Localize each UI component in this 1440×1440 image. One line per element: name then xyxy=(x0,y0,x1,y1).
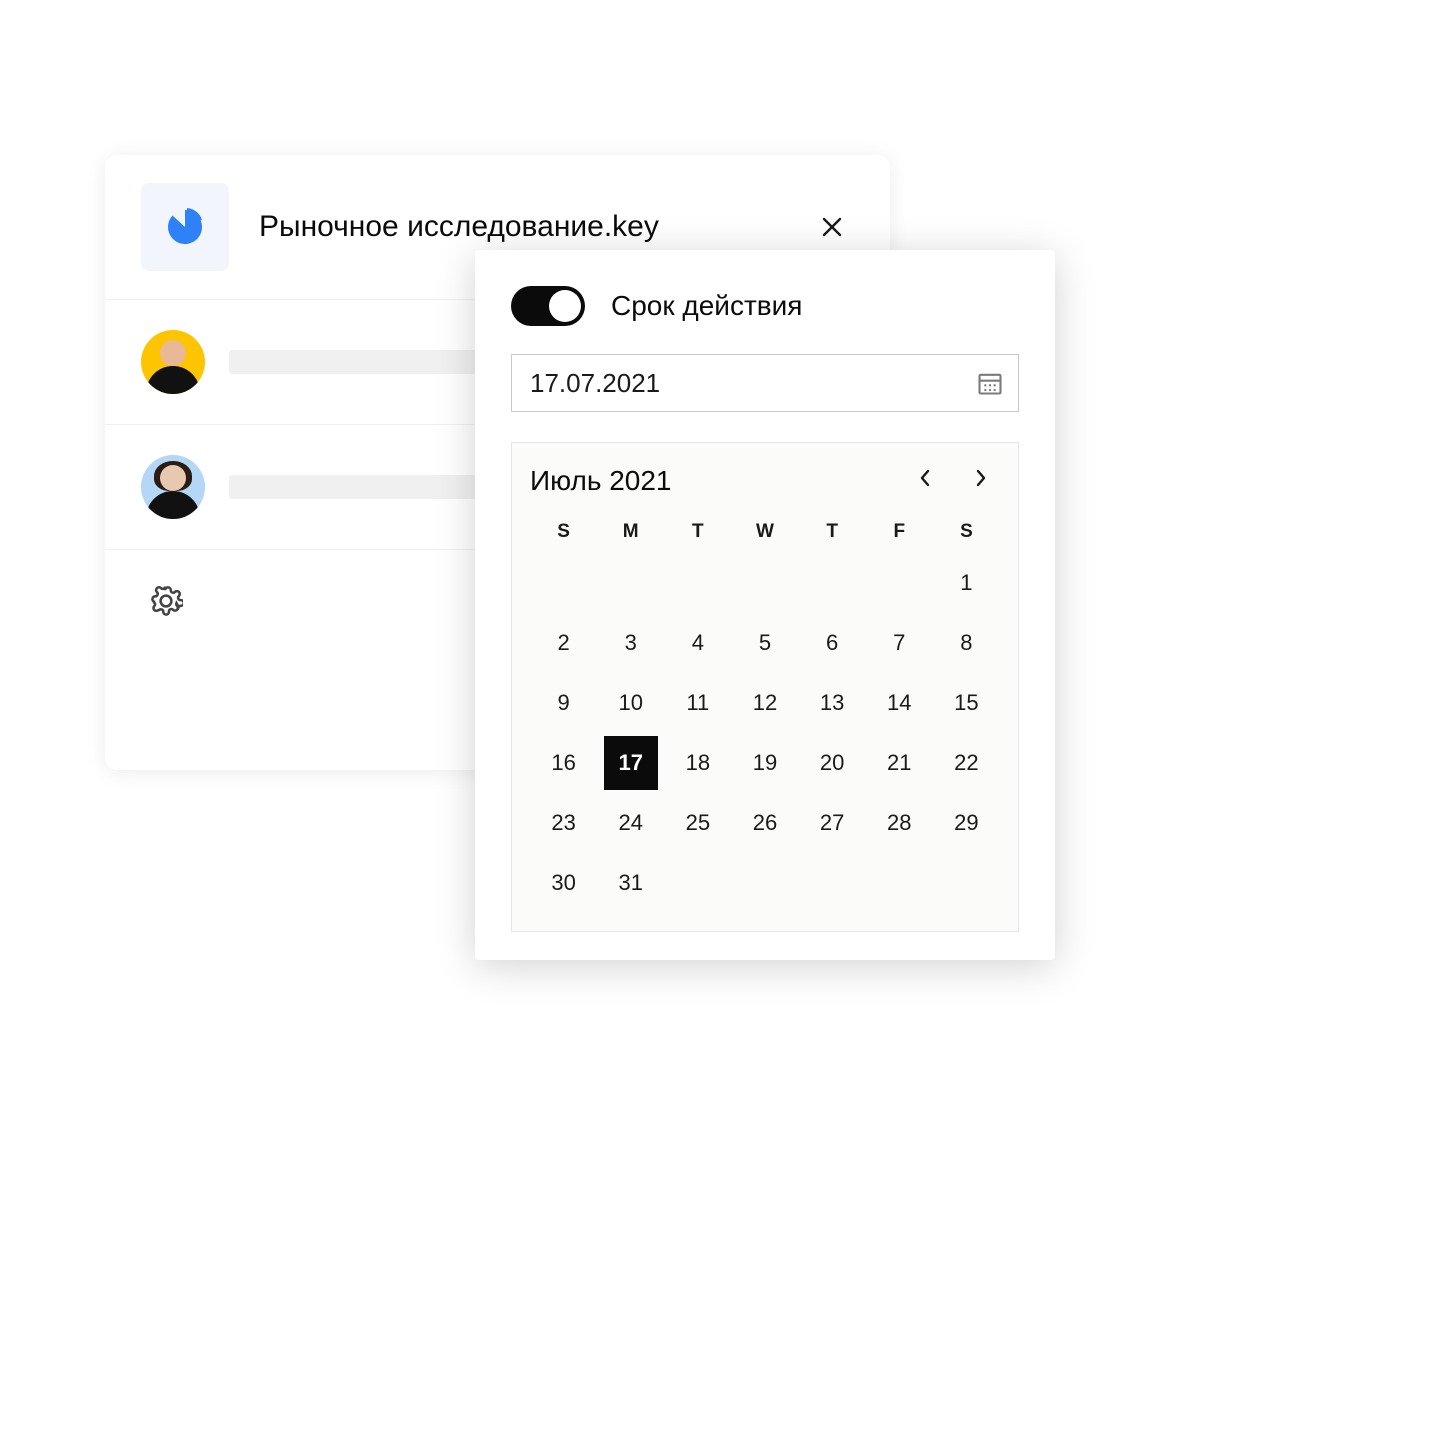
date-input-value: 17.07.2021 xyxy=(530,368,660,399)
calendar-day[interactable]: 7 xyxy=(866,613,933,673)
calendar-nav xyxy=(914,467,1000,495)
calendar-day[interactable]: 13 xyxy=(799,673,866,733)
file-title: Рыночное исследование.key xyxy=(259,210,810,244)
calendar-day[interactable]: 4 xyxy=(664,613,731,673)
expiry-toggle-row: Срок действия xyxy=(511,286,1019,326)
close-button[interactable] xyxy=(810,205,854,249)
calendar-day[interactable]: 30 xyxy=(530,853,597,913)
toggle-knob xyxy=(549,290,581,322)
calendar-day[interactable]: 9 xyxy=(530,673,597,733)
calendar-dow: W xyxy=(731,507,798,553)
calendar-day[interactable]: 2 xyxy=(530,613,597,673)
calendar-day[interactable]: 15 xyxy=(933,673,1000,733)
calendar-dow: T xyxy=(799,507,866,553)
calendar-day[interactable]: 11 xyxy=(664,673,731,733)
calendar-day[interactable]: 24 xyxy=(597,793,664,853)
chevron-left-icon xyxy=(918,468,932,488)
avatar xyxy=(141,330,205,394)
expiry-toggle[interactable] xyxy=(511,286,585,326)
chevron-right-icon xyxy=(974,468,988,488)
calendar-day[interactable]: 27 xyxy=(799,793,866,853)
calendar-grid: SMTWTFS123456789101112131415161718192021… xyxy=(530,507,1000,913)
calendar-day-empty xyxy=(597,553,664,613)
avatar xyxy=(141,455,205,519)
calendar-day[interactable]: 23 xyxy=(530,793,597,853)
calendar-day[interactable]: 29 xyxy=(933,793,1000,853)
calendar-dow: T xyxy=(664,507,731,553)
calendar-month-label: Июль 2021 xyxy=(530,465,672,497)
calendar-day[interactable]: 17 xyxy=(604,736,658,790)
calendar-day[interactable]: 18 xyxy=(664,733,731,793)
calendar-day-empty xyxy=(664,553,731,613)
calendar-day[interactable]: 6 xyxy=(799,613,866,673)
expiry-panel: Срок действия 17.07.2021 Июль 2021 SMTWT… xyxy=(475,250,1055,960)
calendar-day[interactable]: 21 xyxy=(866,733,933,793)
calendar-day[interactable]: 14 xyxy=(866,673,933,733)
calendar-day[interactable]: 8 xyxy=(933,613,1000,673)
calendar-day-empty xyxy=(530,553,597,613)
calendar-dow: S xyxy=(530,507,597,553)
calendar-next[interactable] xyxy=(970,467,992,495)
calendar-dow: M xyxy=(597,507,664,553)
calendar-day[interactable]: 25 xyxy=(664,793,731,853)
calendar-day[interactable]: 3 xyxy=(597,613,664,673)
calendar-day[interactable]: 22 xyxy=(933,733,1000,793)
calendar-day[interactable]: 10 xyxy=(597,673,664,733)
calendar-dow: F xyxy=(866,507,933,553)
file-type-icon-box xyxy=(141,183,229,271)
calendar-day-empty xyxy=(731,553,798,613)
calendar-dow: S xyxy=(933,507,1000,553)
calendar-day[interactable]: 20 xyxy=(799,733,866,793)
calendar-day[interactable]: 26 xyxy=(731,793,798,853)
calendar-prev[interactable] xyxy=(914,467,936,495)
calendar-day-empty xyxy=(866,553,933,613)
calendar-day-empty xyxy=(799,553,866,613)
calendar-day[interactable]: 1 xyxy=(933,553,1000,613)
pie-chart-icon xyxy=(164,206,206,248)
calendar-day[interactable]: 28 xyxy=(866,793,933,853)
expiry-label: Срок действия xyxy=(611,290,802,322)
calendar-day[interactable]: 16 xyxy=(530,733,597,793)
calendar-day[interactable]: 19 xyxy=(731,733,798,793)
close-icon xyxy=(820,215,844,239)
calendar-icon xyxy=(976,369,1004,397)
calendar: Июль 2021 SMTWTFS12345678910111213141516… xyxy=(511,442,1019,932)
calendar-header: Июль 2021 xyxy=(530,465,1000,497)
date-input[interactable]: 17.07.2021 xyxy=(511,354,1019,412)
calendar-day[interactable]: 12 xyxy=(731,673,798,733)
calendar-day[interactable]: 31 xyxy=(597,853,664,913)
calendar-day[interactable]: 5 xyxy=(731,613,798,673)
gear-icon xyxy=(149,584,183,618)
